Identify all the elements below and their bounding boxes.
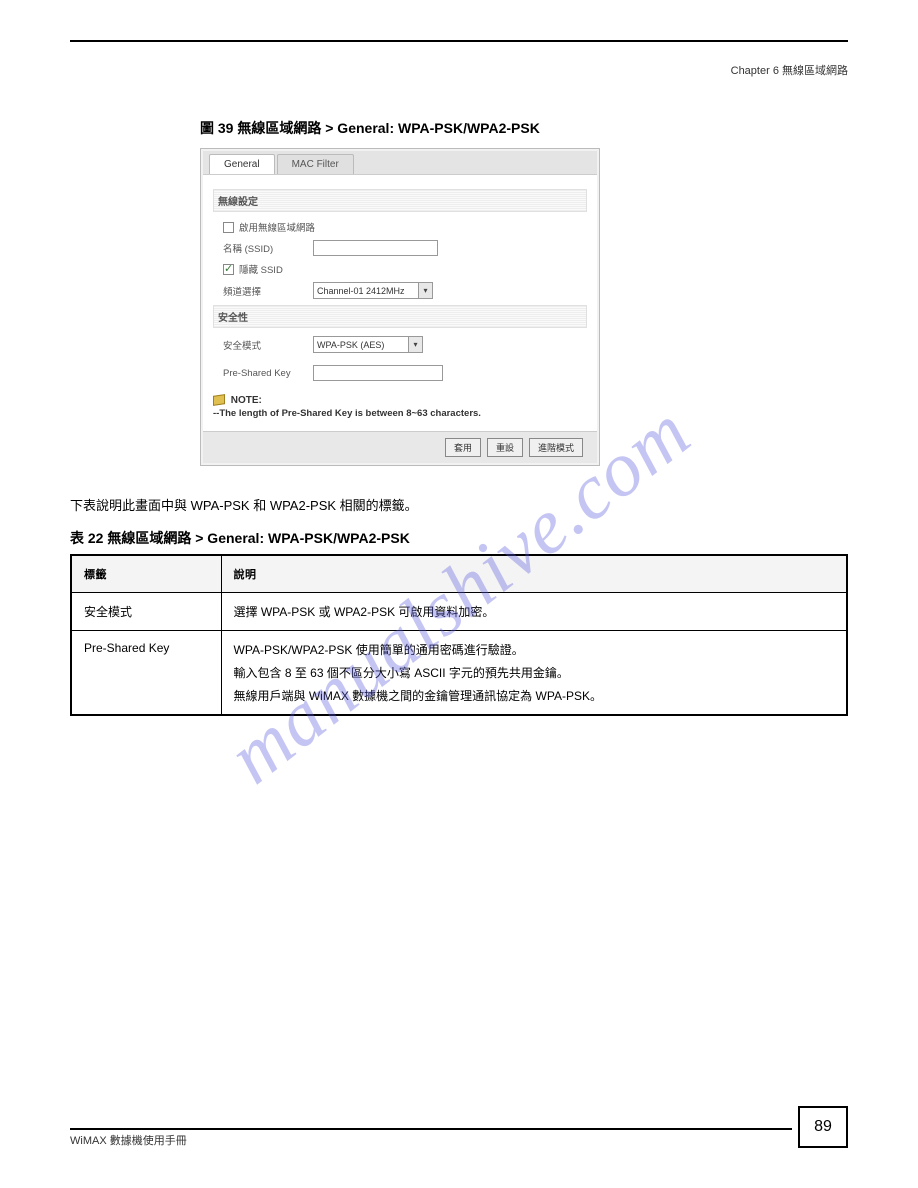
desc-text: 輸入包含 8 至 63 個不區分大小寫 ASCII 字元的預先共用金鑰。 — [234, 664, 835, 681]
tab-mac-filter[interactable]: MAC Filter — [277, 154, 354, 174]
panel-footer: 套用 重設 進階模式 — [203, 431, 597, 463]
psk-row: Pre-Shared Key — [223, 365, 587, 381]
figure-caption: 圖 39 無線區域網路 > General: WPA-PSK/WPA2-PSK — [200, 118, 848, 138]
footer-line — [70, 1128, 792, 1130]
tab-bar: General MAC Filter — [203, 151, 597, 175]
desc-text: 無線用戶端與 WiMAX 數據機之間的金鑰管理通訊協定為 WPA-PSK。 — [234, 687, 835, 704]
note-text: --The length of Pre-Shared Key is betwee… — [213, 408, 587, 419]
chevron-down-icon: ▾ — [408, 337, 422, 352]
body-text: 下表說明此畫面中與 WPA-PSK 和 WPA2-PSK 相關的標籤。 — [70, 496, 848, 516]
table-row: Pre-Shared Key WPA-PSK/WPA2-PSK 使用簡單的通用密… — [71, 630, 847, 715]
top-rule — [70, 40, 848, 42]
chapter-header: Chapter 6 無線區域網路 — [70, 62, 848, 78]
apply-button[interactable]: 套用 — [445, 438, 481, 457]
tab-general[interactable]: General — [209, 154, 275, 174]
config-panel: General MAC Filter 無線設定 啟用無線區域網路 名稱 (SSI… — [200, 148, 600, 466]
psk-input[interactable] — [313, 365, 443, 381]
table-cell-label: Pre-Shared Key — [71, 630, 221, 715]
note-title: NOTE: — [231, 395, 262, 406]
enable-wlan-row: 啟用無線區域網路 — [223, 220, 587, 234]
psk-label: Pre-Shared Key — [223, 368, 313, 379]
table-cell-desc: 選擇 WPA-PSK 或 WPA2-PSK 可啟用資料加密。 — [221, 592, 847, 630]
channel-row: 頻道選擇 Channel-01 2412MHz ▾ — [223, 282, 587, 299]
security-mode-value: WPA-PSK (AES) — [317, 340, 384, 350]
hide-ssid-checkbox[interactable] — [223, 264, 234, 275]
section-security-header: 安全性 — [213, 305, 587, 328]
table-header-label: 標籤 — [71, 555, 221, 593]
channel-label: 頻道選擇 — [223, 284, 313, 298]
note-icon — [213, 395, 225, 407]
note-block: NOTE: --The length of Pre-Shared Key is … — [213, 395, 587, 419]
chevron-down-icon: ▾ — [418, 283, 432, 298]
panel-body: 無線設定 啟用無線區域網路 名稱 (SSID) 隱藏 SSID 頻道選擇 Cha… — [203, 175, 597, 431]
hide-ssid-label: 隱藏 SSID — [239, 262, 283, 276]
ssid-label: 名稱 (SSID) — [223, 241, 313, 255]
desc-text: WPA-PSK/WPA2-PSK 使用簡單的通用密碼進行驗證。 — [234, 641, 835, 658]
table-header-desc: 說明 — [221, 555, 847, 593]
footer-text: WiMAX 數據機使用手冊 — [70, 1132, 848, 1148]
channel-select[interactable]: Channel-01 2412MHz ▾ — [313, 282, 433, 299]
security-mode-label: 安全模式 — [223, 338, 313, 352]
page-number-box: 89 — [798, 1106, 848, 1148]
table-caption: 表 22 無線區域網路 > General: WPA-PSK/WPA2-PSK — [70, 528, 848, 548]
channel-value: Channel-01 2412MHz — [317, 286, 405, 296]
ssid-input[interactable] — [313, 240, 438, 256]
enable-wlan-checkbox[interactable] — [223, 222, 234, 233]
ssid-row: 名稱 (SSID) — [223, 240, 587, 256]
table-cell-label: 安全模式 — [71, 592, 221, 630]
reset-button[interactable]: 重設 — [487, 438, 523, 457]
page-footer: 89 WiMAX 數據機使用手冊 — [70, 1106, 848, 1148]
security-mode-select[interactable]: WPA-PSK (AES) ▾ — [313, 336, 423, 353]
config-figure: General MAC Filter 無線設定 啟用無線區域網路 名稱 (SSI… — [200, 148, 848, 466]
enable-wlan-label: 啟用無線區域網路 — [239, 220, 315, 234]
advanced-button[interactable]: 進階模式 — [529, 438, 583, 457]
table-cell-desc: WPA-PSK/WPA2-PSK 使用簡單的通用密碼進行驗證。 輸入包含 8 至… — [221, 630, 847, 715]
table-row: 安全模式 選擇 WPA-PSK 或 WPA2-PSK 可啟用資料加密。 — [71, 592, 847, 630]
settings-table: 標籤 說明 安全模式 選擇 WPA-PSK 或 WPA2-PSK 可啟用資料加密… — [70, 554, 848, 716]
section-wireless-header: 無線設定 — [213, 189, 587, 212]
security-mode-row: 安全模式 WPA-PSK (AES) ▾ — [223, 336, 587, 353]
desc-text: 選擇 WPA-PSK 或 WPA2-PSK 可啟用資料加密。 — [234, 603, 835, 620]
hide-ssid-row: 隱藏 SSID — [223, 262, 587, 276]
